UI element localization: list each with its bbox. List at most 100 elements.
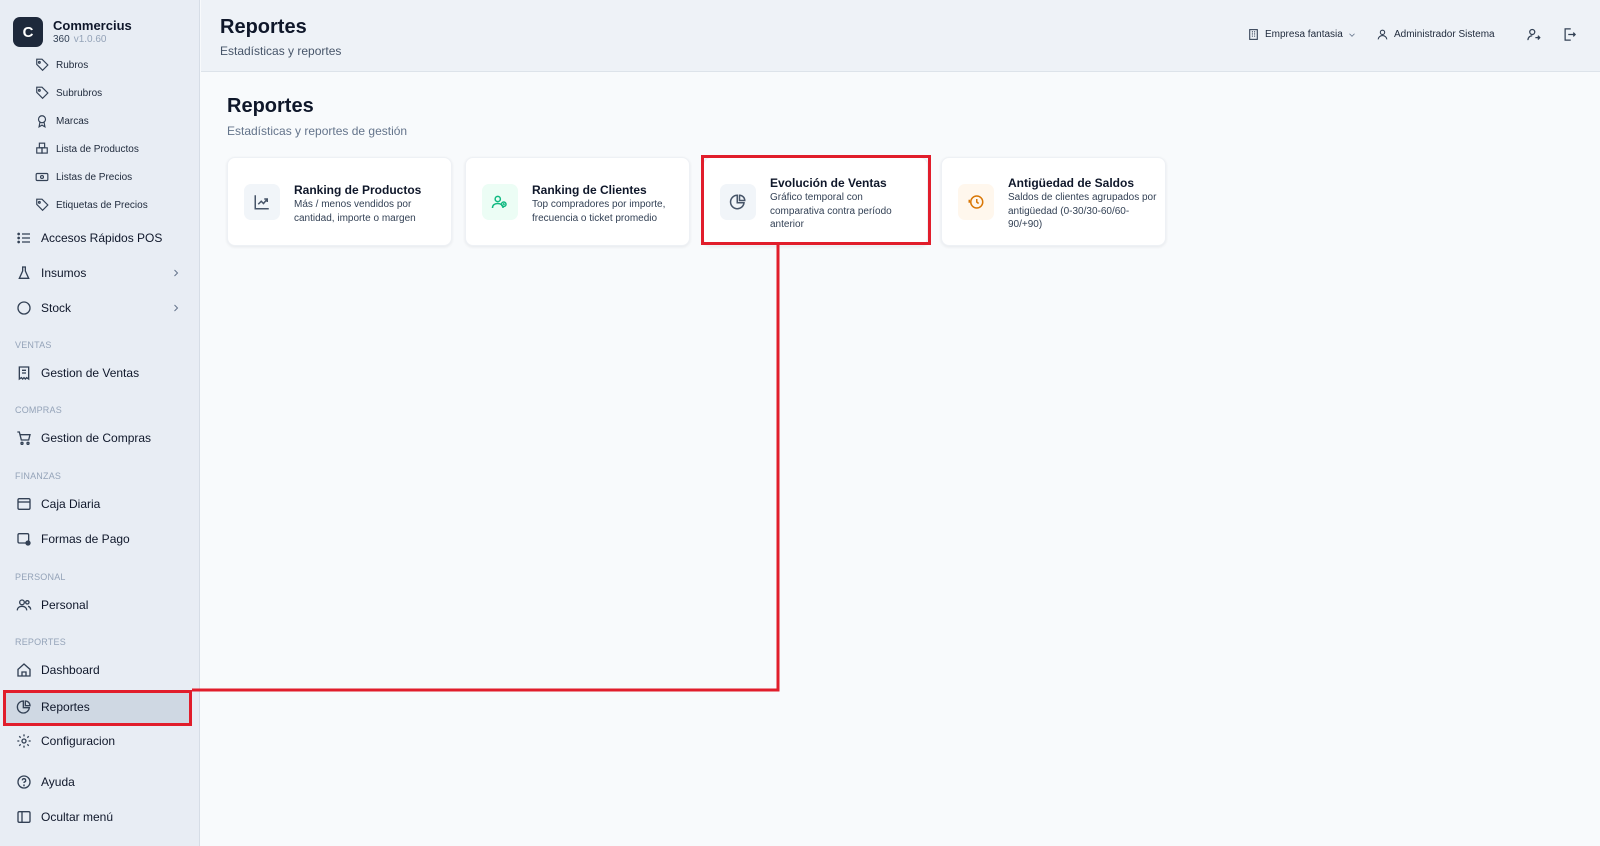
sidebar-item-label: Dashboard: [41, 663, 100, 677]
sidebar-item-dashboard[interactable]: Dashboard: [16, 659, 188, 681]
card-title: Ranking de Clientes: [532, 183, 647, 197]
brand-logo: C: [13, 17, 43, 47]
user-icon: [1376, 28, 1389, 41]
chevron-right-icon[interactable]: [170, 301, 182, 315]
award-icon: [35, 114, 49, 128]
header-subtitle: Estadísticas y reportes: [220, 44, 342, 58]
sidebar-subitem-subrubros[interactable]: Subrubros: [35, 84, 102, 102]
sidebar-item-ocultar-menu[interactable]: Ocultar menú: [16, 806, 188, 828]
card-description: Más / menos vendidos por cantidad, impor…: [294, 199, 416, 224]
brand-version: v1.0.60: [73, 34, 107, 45]
report-card-antiguedad-saldos[interactable]: Antigüedad de Saldos Saldos de clientes …: [941, 157, 1166, 246]
sidebar-item-caja-diaria[interactable]: Caja Diaria: [16, 493, 188, 515]
header-title: Reportes: [220, 16, 307, 38]
logout-button[interactable]: [1562, 27, 1577, 42]
card-description: Gráfico temporal con comparativa contra …: [770, 192, 892, 230]
sidebar-subitem-label: Marcas: [56, 115, 89, 127]
section-compras: COMPRAS: [15, 405, 62, 415]
chart-pie-icon: [720, 184, 756, 220]
sidebar-item-configuracion[interactable]: Configuracion: [16, 730, 188, 752]
card-icon: [16, 531, 32, 547]
card-title: Antigüedad de Saldos: [1008, 176, 1135, 190]
sidebar-item-reportes[interactable]: Reportes: [16, 696, 188, 718]
panel-left-icon: [16, 809, 32, 825]
clock-alert-icon: [958, 184, 994, 220]
list-icon: [16, 230, 32, 246]
sidebar-item-stock[interactable]: Stock: [16, 297, 188, 319]
users-icon: [482, 184, 518, 220]
company-selector[interactable]: Empresa fantasia: [1247, 28, 1357, 41]
section-ventas: VENTAS: [15, 340, 52, 350]
sidebar-subitem-label: Lista de Productos: [56, 143, 139, 155]
cash-box-icon: [16, 496, 32, 512]
sidebar-item-label: Gestion de Ventas: [41, 366, 140, 380]
section-personal: PERSONAL: [15, 572, 66, 582]
card-description: Saldos de clientes agrupados por antigüe…: [1008, 192, 1157, 230]
circle-icon: [16, 300, 32, 316]
page-subtitle: Estadísticas y reportes de gestión: [227, 124, 408, 138]
section-finanzas: FINANZAS: [15, 471, 62, 481]
flask-icon: [16, 265, 32, 281]
receipt-icon: [16, 365, 32, 381]
brand-name: Commercius: [53, 18, 132, 33]
tag-icon: [35, 58, 49, 72]
chevron-down-icon: [1347, 30, 1357, 40]
sidebar-subitem-label: Rubros: [56, 59, 89, 71]
sidebar-item-label: Caja Diaria: [41, 497, 101, 511]
sidebar-item-label: Configuracion: [41, 734, 116, 748]
sidebar-subitem-marcas[interactable]: Marcas: [35, 112, 89, 130]
sidebar-item-formas-pago[interactable]: Formas de Pago: [16, 528, 188, 550]
sidebar-item-accesos-rapidos[interactable]: Accesos Rápidos POS: [16, 227, 188, 249]
user-name: Administrador Sistema: [1394, 29, 1495, 40]
sidebar-item-label: Ocultar menú: [41, 810, 114, 824]
help-icon: [16, 774, 32, 790]
top-header: Reportes Estadísticas y reportes Empresa…: [201, 0, 1600, 72]
boxes-icon: [35, 142, 49, 156]
user-menu[interactable]: Administrador Sistema: [1376, 28, 1495, 41]
building-icon: [1247, 28, 1260, 41]
card-description: Top compradores por importe, frecuencia …: [532, 199, 666, 224]
home-icon: [16, 662, 32, 678]
tag-icon: [35, 198, 49, 212]
sidebar-item-insumos[interactable]: Insumos: [16, 262, 188, 284]
sidebar-item-label: Gestion de Compras: [41, 431, 152, 445]
sidebar-subitem-rubros[interactable]: Rubros: [35, 56, 88, 74]
brand[interactable]: C Commercius 360 v1.0.60: [13, 17, 132, 47]
user-switch-icon: [1526, 27, 1541, 42]
sidebar-subitem-label: Listas de Precios: [56, 171, 133, 183]
brand-subtitle: 360: [53, 34, 70, 45]
sidebar-subitem-label: Subrubros: [56, 87, 103, 99]
sidebar-subitem-listas-precios[interactable]: Listas de Precios: [35, 168, 132, 186]
sidebar-item-label: Stock: [41, 301, 72, 315]
chart-pie-icon: [16, 699, 32, 715]
sidebar-subitem-label: Etiquetas de Precios: [56, 199, 148, 211]
tag-icon: [35, 86, 49, 100]
section-reportes: REPORTES: [15, 637, 66, 647]
sidebar-item-gestion-ventas[interactable]: Gestion de Ventas: [16, 362, 188, 384]
sidebar-item-personal[interactable]: Personal: [16, 594, 188, 616]
page-title: Reportes: [227, 95, 314, 117]
report-card-evolucion-ventas[interactable]: Evolución de Ventas Gráfico temporal con…: [703, 157, 928, 246]
card-title: Evolución de Ventas: [770, 176, 887, 190]
sidebar-subitem-etiquetas-precios[interactable]: Etiquetas de Precios: [35, 196, 148, 214]
report-card-ranking-clientes[interactable]: Ranking de Clientes Top compradores por …: [465, 157, 690, 246]
trending-up-icon: [244, 184, 280, 220]
sidebar-item-label: Formas de Pago: [41, 532, 130, 546]
sidebar-item-label: Insumos: [41, 266, 87, 280]
sidebar-item-gestion-compras[interactable]: Gestion de Compras: [16, 427, 188, 449]
users-icon: [16, 597, 32, 613]
sidebar-item-label: Personal: [41, 598, 89, 612]
report-card-ranking-productos[interactable]: Ranking de Productos Más / menos vendido…: [227, 157, 452, 246]
company-name: Empresa fantasia: [1265, 29, 1343, 40]
sidebar-subitem-lista-productos[interactable]: Lista de Productos: [35, 140, 139, 158]
logout-icon: [1562, 27, 1577, 42]
banknote-icon: [35, 170, 49, 184]
switch-user-button[interactable]: [1526, 27, 1541, 42]
card-title: Ranking de Productos: [294, 183, 422, 197]
sidebar-item-label: Ayuda: [41, 775, 75, 789]
sidebar-item-ayuda[interactable]: Ayuda: [16, 771, 188, 793]
sidebar-item-label: Reportes: [41, 700, 90, 714]
chevron-right-icon[interactable]: [170, 266, 182, 280]
cart-icon: [16, 430, 32, 446]
sidebar-item-label: Accesos Rápidos POS: [41, 231, 163, 245]
